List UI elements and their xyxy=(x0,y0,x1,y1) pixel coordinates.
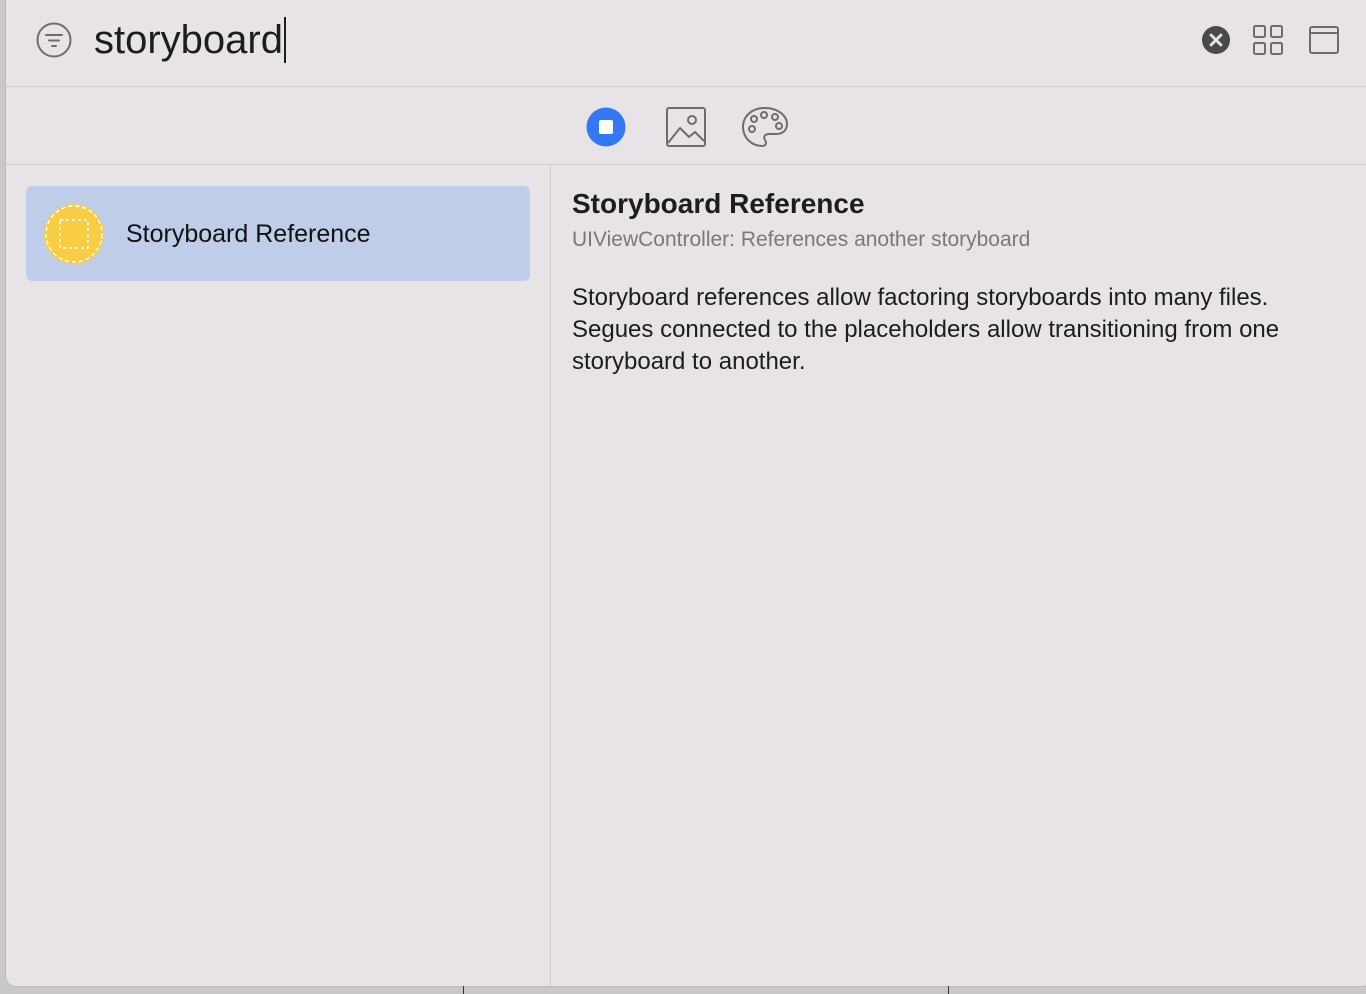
library-list-pane: Storyboard Reference xyxy=(6,165,551,986)
detail-title: Storyboard Reference xyxy=(572,188,865,219)
text-caret xyxy=(283,17,286,63)
search-input[interactable]: storyboard xyxy=(94,14,286,66)
objects-tab-icon[interactable] xyxy=(584,105,628,149)
list-item-storyboard-reference[interactable]: Storyboard Reference xyxy=(26,186,530,281)
list-item-label: Storyboard Reference xyxy=(126,220,371,248)
library-segment-bar xyxy=(6,87,1366,165)
filter-icon[interactable] xyxy=(36,22,72,58)
detail-description: Storyboard references allow factoring st… xyxy=(572,284,1280,375)
grid-view-icon[interactable] xyxy=(1252,24,1284,56)
library-window: storyboard Storyboard Reference Storyboa… xyxy=(6,0,1366,986)
detail-subtitle: UIViewController: References another sto… xyxy=(572,228,1031,251)
window-layout-icon[interactable] xyxy=(1308,24,1340,56)
storyboard-reference-icon xyxy=(43,203,105,265)
palette-tab-icon[interactable] xyxy=(740,105,788,149)
background-divider xyxy=(463,986,464,994)
search-query: storyboard xyxy=(94,18,283,62)
background-divider xyxy=(948,986,949,994)
search-bar: storyboard xyxy=(6,0,1366,87)
clear-search-icon[interactable] xyxy=(1202,26,1230,54)
media-tab-icon[interactable] xyxy=(664,105,708,149)
